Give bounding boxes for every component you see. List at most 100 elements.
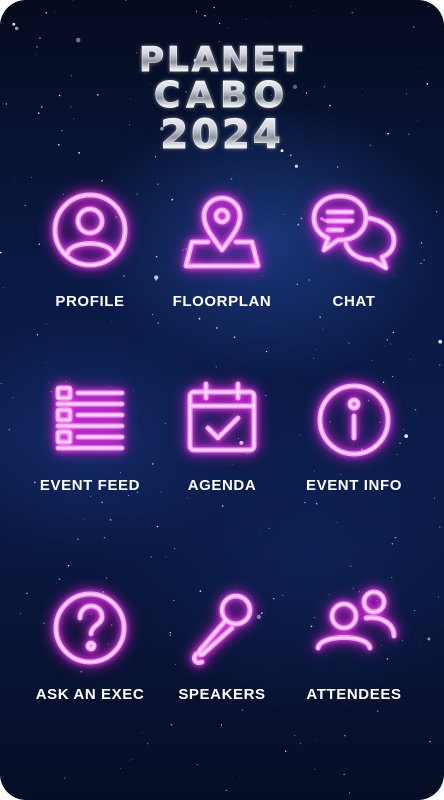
menu-tile-chat[interactable]: CHAT — [280, 190, 428, 310]
star — [371, 360, 373, 362]
star — [315, 502, 318, 505]
star — [322, 328, 324, 330]
star — [344, 734, 346, 737]
menu-tile-profile[interactable]: PROFILE — [16, 190, 164, 310]
menu-label-event-info: EVENT INFO — [305, 477, 402, 494]
star — [220, 724, 223, 726]
star — [39, 37, 41, 39]
star — [265, 350, 268, 353]
star — [319, 316, 321, 319]
star — [409, 359, 412, 361]
star — [151, 463, 154, 465]
menu-tile-floorplan[interactable]: FLOORPLAN — [148, 190, 296, 310]
star — [230, 177, 233, 180]
menu-tile-attendees[interactable]: ATTENDEES — [280, 588, 428, 703]
star — [216, 327, 218, 329]
star — [196, 764, 198, 766]
star — [393, 275, 395, 277]
star — [204, 14, 206, 17]
menu-label-event-feed: EVENT FEED — [39, 477, 141, 494]
menu-tile-speakers[interactable]: SPEAKERS — [148, 588, 296, 703]
star — [45, 362, 47, 364]
microphone-icon — [191, 593, 253, 665]
star — [146, 742, 149, 745]
star — [156, 525, 159, 528]
star — [36, 334, 39, 336]
info-circle-icon — [317, 383, 391, 457]
star — [120, 768, 122, 769]
star — [215, 366, 217, 368]
star — [154, 275, 159, 280]
calendar-check-icon — [187, 381, 257, 453]
star — [225, 789, 227, 791]
star — [132, 758, 133, 760]
map-pin-icon — [183, 195, 261, 269]
star — [221, 505, 224, 507]
star — [439, 364, 441, 366]
star — [0, 251, 2, 254]
star — [152, 314, 154, 316]
people-icon — [315, 589, 397, 651]
star — [304, 502, 306, 504]
logo-year: 2024 — [0, 112, 444, 159]
star — [46, 323, 48, 325]
star — [386, 339, 389, 341]
star — [14, 26, 19, 31]
star — [391, 375, 394, 378]
star — [227, 27, 229, 29]
star — [294, 734, 296, 736]
star — [313, 357, 314, 359]
menu-tile-ask-an-exec[interactable]: ASK AN EXEC — [16, 590, 164, 703]
star — [336, 166, 339, 168]
star — [348, 342, 350, 344]
star — [412, 26, 415, 28]
star — [437, 596, 440, 598]
star — [308, 279, 310, 281]
star — [157, 322, 160, 324]
star — [233, 336, 236, 339]
star — [294, 164, 298, 168]
star — [434, 3, 436, 5]
star — [80, 671, 83, 673]
star — [198, 317, 201, 320]
star — [339, 379, 340, 381]
star — [89, 495, 91, 497]
menu-tile-event-info[interactable]: EVENT INFO — [280, 382, 428, 494]
star — [63, 777, 66, 779]
star — [72, 0, 74, 2]
menu-tile-event-feed[interactable]: EVENT FEED — [16, 382, 164, 494]
menu-label-attendees: ATTENDEES — [306, 686, 402, 703]
star — [30, 176, 33, 179]
person-circle-icon — [52, 192, 128, 268]
star — [349, 792, 351, 794]
star — [106, 577, 108, 579]
star — [261, 275, 263, 277]
star — [218, 22, 221, 25]
star — [231, 463, 233, 465]
star — [260, 528, 261, 530]
star — [54, 11, 56, 13]
star — [0, 382, 2, 385]
star — [56, 582, 57, 584]
star — [13, 178, 15, 179]
star — [296, 283, 298, 285]
star — [67, 565, 70, 567]
star — [12, 396, 14, 399]
question-circle-icon — [53, 591, 127, 665]
star — [195, 10, 197, 12]
star — [109, 519, 112, 521]
star — [113, 495, 115, 496]
menu-label-agenda: AGENDA — [187, 477, 257, 494]
star — [170, 723, 173, 726]
star — [268, 527, 270, 529]
star — [77, 538, 79, 540]
star — [266, 21, 268, 23]
star — [141, 732, 143, 734]
star — [351, 12, 353, 14]
logo-cabo: CABO — [0, 75, 444, 116]
chat-bubbles-icon — [311, 193, 397, 271]
star — [101, 501, 103, 504]
star — [438, 339, 443, 344]
menu-tile-agenda[interactable]: AGENDA — [148, 381, 296, 494]
star — [314, 768, 316, 770]
